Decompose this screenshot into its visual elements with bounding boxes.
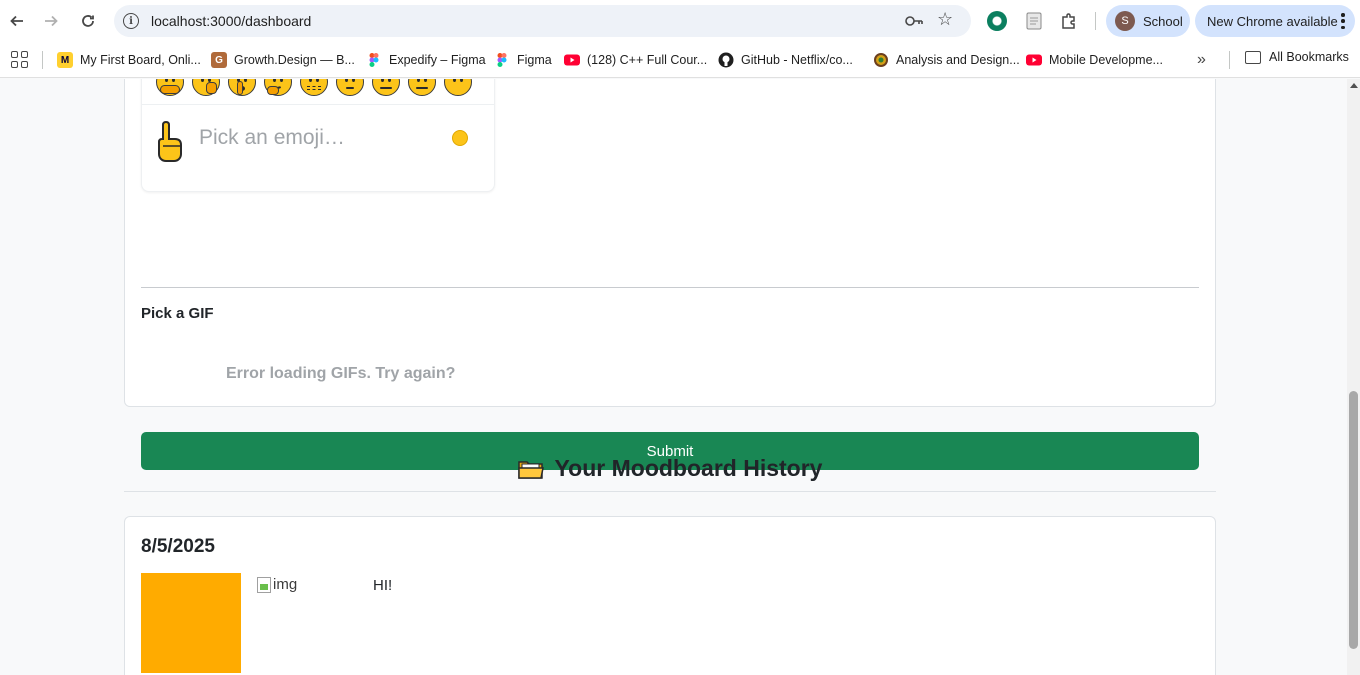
address-bar[interactable]: i localhost:3000/dashboard ☆: [114, 5, 971, 37]
github-icon: [718, 52, 734, 68]
face-without-mouth-emoji[interactable]: [444, 79, 472, 96]
youtube-icon: [564, 54, 580, 66]
chrome-update-button[interactable]: New Chrome available: [1195, 5, 1355, 37]
section-divider: [141, 287, 1199, 288]
skin-tone-selector[interactable]: [452, 130, 468, 146]
bookmarks-divider: [1229, 51, 1230, 69]
bookmark-label: Analysis and Design...: [896, 53, 1020, 67]
bookmark-label: Figma: [517, 53, 552, 67]
emoji-search-input[interactable]: Pick an emoji…: [199, 126, 345, 150]
bookmark-label: Expedify – Figma: [389, 53, 486, 67]
face-with-raised-eyebrow-emoji[interactable]: [336, 79, 364, 96]
all-bookmarks-label: All Bookmarks: [1269, 50, 1349, 64]
youtube-icon: [1026, 54, 1042, 66]
menu-dots-icon[interactable]: [1341, 13, 1345, 29]
entry-date: 8/5/2025: [141, 536, 215, 557]
shushing-face-emoji[interactable]: [228, 79, 256, 96]
mood-form-card: Pick an emoji… Pick a GIF Error loading …: [124, 79, 1216, 470]
entry-gif-image: img: [257, 576, 297, 593]
miro-icon: M: [57, 52, 73, 68]
expressionless-face-emoji[interactable]: [408, 79, 436, 96]
browser-toolbar: i localhost:3000/dashboard ☆ S School Ne…: [0, 0, 1360, 42]
bookmark-label: GitHub - Netflix/co...: [741, 53, 853, 67]
grammarly-extension-icon[interactable]: [986, 10, 1008, 32]
update-label: New Chrome available: [1207, 13, 1338, 29]
page-viewport: Pick an emoji… Pick a GIF Error loading …: [0, 79, 1347, 675]
chevron-double-right-icon[interactable]: »: [1197, 51, 1206, 69]
password-key-icon[interactable]: [904, 13, 924, 29]
open-folder-icon: [517, 460, 544, 479]
url-text[interactable]: localhost:3000/dashboard: [151, 13, 311, 29]
figma-icon: [497, 53, 507, 67]
bookmark-label: (128) C++ Full Cour...: [587, 53, 708, 67]
bookmarks-bar: M My First Board, Onli... G Growth.Desig…: [0, 42, 1360, 78]
bookmark-item[interactable]: (128) C++ Full Cour...: [564, 50, 707, 70]
extensions-puzzle-icon[interactable]: [1058, 10, 1080, 32]
emoji-grid-row: [156, 79, 472, 96]
folder-icon: [1245, 50, 1261, 64]
forward-button[interactable]: [39, 9, 63, 33]
bookmark-label: Growth.Design — B...: [234, 53, 355, 67]
bookmark-item[interactable]: Analysis and Design...: [873, 50, 1020, 70]
hand-over-mouth-emoji[interactable]: [192, 79, 220, 96]
history-title: Your Moodboard History: [554, 455, 823, 481]
back-button[interactable]: [5, 9, 29, 33]
toolbar-divider: [1095, 12, 1096, 30]
scrollbar-thumb[interactable]: [1349, 391, 1358, 649]
bookmarks-divider: [42, 51, 43, 69]
reload-icon: [82, 15, 94, 27]
site-icon: [874, 53, 888, 67]
pointing-up-emoji-icon: [158, 120, 182, 162]
mood-color-swatch: [141, 573, 241, 673]
entry-note: HI!: [373, 577, 393, 594]
zipper-mouth-emoji[interactable]: [300, 79, 328, 96]
figma-icon: [369, 53, 379, 67]
gif-error-retry[interactable]: Error loading GIFs. Try again?: [226, 365, 455, 383]
profile-name: School: [1143, 13, 1183, 29]
bookmark-item[interactable]: Expedify – Figma: [366, 50, 486, 70]
reload-button[interactable]: [76, 9, 100, 33]
bookmark-star-icon[interactable]: ☆: [937, 9, 953, 30]
scroll-up-arrow-icon[interactable]: [1350, 83, 1358, 88]
arrow-left-icon: [10, 15, 23, 27]
history-heading: Your Moodboard History: [124, 455, 1216, 482]
apps-grid-icon[interactable]: [11, 51, 28, 68]
emoji-picker: Pick an emoji…: [141, 79, 495, 192]
neutral-face-emoji[interactable]: [372, 79, 400, 96]
moodboard-entry-card: 8/5/2025 img HI!: [124, 516, 1216, 675]
bookmark-item[interactable]: GitHub - Netflix/co...: [718, 50, 853, 70]
profile-button[interactable]: S School: [1106, 5, 1190, 37]
history-divider: [124, 491, 1216, 492]
gif-section-label: Pick a GIF: [141, 305, 214, 322]
bookmark-item[interactable]: G Growth.Design — B...: [211, 50, 355, 70]
bookmark-label: My First Board, Onli...: [80, 53, 201, 67]
broken-image-icon: [257, 576, 271, 593]
page-scrollbar[interactable]: [1347, 79, 1360, 675]
avatar: S: [1115, 11, 1135, 31]
thinking-face-emoji[interactable]: [264, 79, 292, 96]
bookmark-item[interactable]: M My First Board, Onli...: [57, 50, 201, 70]
bookmark-label: Mobile Developme...: [1049, 53, 1163, 67]
picker-divider: [142, 104, 494, 105]
arrow-right-icon: [45, 15, 58, 27]
site-info-icon[interactable]: i: [123, 13, 139, 29]
all-bookmarks-button[interactable]: All Bookmarks: [1245, 50, 1349, 64]
hugging-face-emoji[interactable]: [156, 79, 184, 96]
document-extension-icon[interactable]: [1023, 10, 1045, 32]
growth-design-icon: G: [211, 52, 227, 68]
image-alt-text: img: [273, 576, 298, 593]
bookmark-item[interactable]: Mobile Developme...: [1026, 50, 1163, 70]
bookmark-item[interactable]: Figma: [494, 50, 552, 70]
